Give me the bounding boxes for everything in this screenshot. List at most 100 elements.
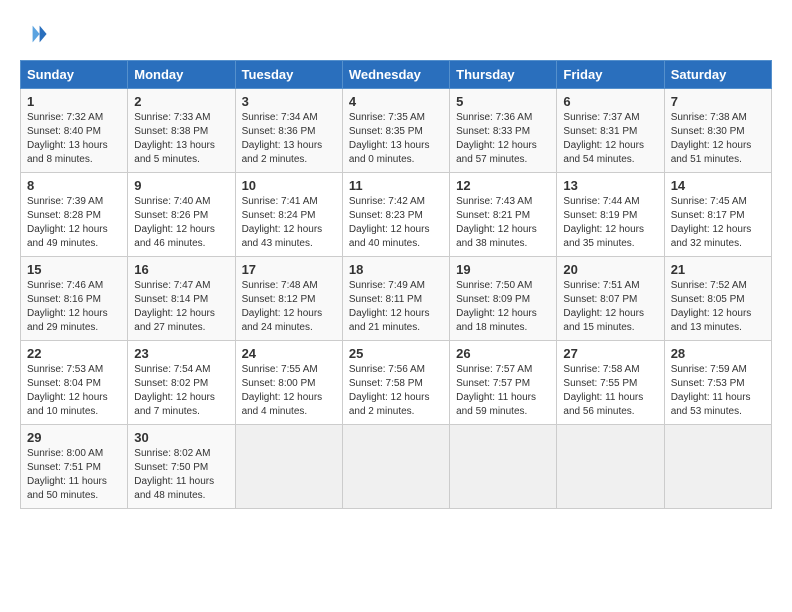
calendar-cell: 26 Sunrise: 7:57 AMSunset: 7:57 PMDaylig… — [450, 341, 557, 425]
logo — [20, 20, 52, 48]
day-info: Sunrise: 7:56 AMSunset: 7:58 PMDaylight:… — [349, 364, 430, 417]
calendar-cell: 30 Sunrise: 8:02 AMSunset: 7:50 PMDaylig… — [128, 425, 235, 509]
day-info: Sunrise: 7:41 AMSunset: 8:24 PMDaylight:… — [242, 196, 323, 249]
col-tuesday: Tuesday — [235, 61, 342, 89]
calendar-cell: 12 Sunrise: 7:43 AMSunset: 8:21 PMDaylig… — [450, 173, 557, 257]
calendar-cell: 22 Sunrise: 7:53 AMSunset: 8:04 PMDaylig… — [21, 341, 128, 425]
day-info: Sunrise: 7:35 AMSunset: 8:35 PMDaylight:… — [349, 112, 430, 165]
calendar-week-2: 8 Sunrise: 7:39 AMSunset: 8:28 PMDayligh… — [21, 173, 772, 257]
day-number: 7 — [671, 94, 765, 109]
day-number: 20 — [563, 262, 657, 277]
calendar-cell — [664, 425, 771, 509]
day-info: Sunrise: 7:33 AMSunset: 8:38 PMDaylight:… — [134, 112, 215, 165]
day-number: 5 — [456, 94, 550, 109]
day-number: 18 — [349, 262, 443, 277]
day-number: 19 — [456, 262, 550, 277]
calendar-cell: 6 Sunrise: 7:37 AMSunset: 8:31 PMDayligh… — [557, 89, 664, 173]
day-info: Sunrise: 7:39 AMSunset: 8:28 PMDaylight:… — [27, 196, 108, 249]
col-saturday: Saturday — [664, 61, 771, 89]
day-number: 8 — [27, 178, 121, 193]
day-info: Sunrise: 7:32 AMSunset: 8:40 PMDaylight:… — [27, 112, 108, 165]
day-number: 28 — [671, 346, 765, 361]
page-header — [20, 20, 772, 48]
calendar-week-1: 1 Sunrise: 7:32 AMSunset: 8:40 PMDayligh… — [21, 89, 772, 173]
calendar-cell — [450, 425, 557, 509]
day-info: Sunrise: 7:44 AMSunset: 8:19 PMDaylight:… — [563, 196, 644, 249]
calendar-cell: 9 Sunrise: 7:40 AMSunset: 8:26 PMDayligh… — [128, 173, 235, 257]
day-number: 9 — [134, 178, 228, 193]
calendar-week-3: 15 Sunrise: 7:46 AMSunset: 8:16 PMDaylig… — [21, 257, 772, 341]
day-number: 29 — [27, 430, 121, 445]
calendar-week-4: 22 Sunrise: 7:53 AMSunset: 8:04 PMDaylig… — [21, 341, 772, 425]
day-number: 25 — [349, 346, 443, 361]
day-number: 14 — [671, 178, 765, 193]
day-number: 24 — [242, 346, 336, 361]
day-number: 10 — [242, 178, 336, 193]
col-wednesday: Wednesday — [342, 61, 449, 89]
day-number: 23 — [134, 346, 228, 361]
calendar-cell — [557, 425, 664, 509]
day-number: 16 — [134, 262, 228, 277]
day-number: 15 — [27, 262, 121, 277]
day-info: Sunrise: 7:57 AMSunset: 7:57 PMDaylight:… — [456, 364, 536, 417]
day-number: 11 — [349, 178, 443, 193]
day-info: Sunrise: 7:54 AMSunset: 8:02 PMDaylight:… — [134, 364, 215, 417]
day-info: Sunrise: 7:38 AMSunset: 8:30 PMDaylight:… — [671, 112, 752, 165]
day-number: 21 — [671, 262, 765, 277]
day-info: Sunrise: 7:49 AMSunset: 8:11 PMDaylight:… — [349, 280, 430, 333]
day-info: Sunrise: 7:59 AMSunset: 7:53 PMDaylight:… — [671, 364, 751, 417]
calendar-cell: 14 Sunrise: 7:45 AMSunset: 8:17 PMDaylig… — [664, 173, 771, 257]
calendar-cell: 28 Sunrise: 7:59 AMSunset: 7:53 PMDaylig… — [664, 341, 771, 425]
calendar-cell — [235, 425, 342, 509]
day-info: Sunrise: 7:47 AMSunset: 8:14 PMDaylight:… — [134, 280, 215, 333]
day-info: Sunrise: 8:00 AMSunset: 7:51 PMDaylight:… — [27, 448, 107, 501]
day-info: Sunrise: 7:53 AMSunset: 8:04 PMDaylight:… — [27, 364, 108, 417]
calendar-cell: 10 Sunrise: 7:41 AMSunset: 8:24 PMDaylig… — [235, 173, 342, 257]
calendar-cell: 7 Sunrise: 7:38 AMSunset: 8:30 PMDayligh… — [664, 89, 771, 173]
calendar-cell: 8 Sunrise: 7:39 AMSunset: 8:28 PMDayligh… — [21, 173, 128, 257]
calendar-cell: 27 Sunrise: 7:58 AMSunset: 7:55 PMDaylig… — [557, 341, 664, 425]
day-info: Sunrise: 7:34 AMSunset: 8:36 PMDaylight:… — [242, 112, 323, 165]
calendar-cell: 5 Sunrise: 7:36 AMSunset: 8:33 PMDayligh… — [450, 89, 557, 173]
day-number: 30 — [134, 430, 228, 445]
day-number: 27 — [563, 346, 657, 361]
day-number: 2 — [134, 94, 228, 109]
col-thursday: Thursday — [450, 61, 557, 89]
calendar-table: Sunday Monday Tuesday Wednesday Thursday… — [20, 60, 772, 509]
day-info: Sunrise: 7:42 AMSunset: 8:23 PMDaylight:… — [349, 196, 430, 249]
calendar-cell: 29 Sunrise: 8:00 AMSunset: 7:51 PMDaylig… — [21, 425, 128, 509]
col-sunday: Sunday — [21, 61, 128, 89]
calendar-cell: 11 Sunrise: 7:42 AMSunset: 8:23 PMDaylig… — [342, 173, 449, 257]
calendar-cell: 18 Sunrise: 7:49 AMSunset: 8:11 PMDaylig… — [342, 257, 449, 341]
day-number: 17 — [242, 262, 336, 277]
day-info: Sunrise: 7:55 AMSunset: 8:00 PMDaylight:… — [242, 364, 323, 417]
calendar-cell: 25 Sunrise: 7:56 AMSunset: 7:58 PMDaylig… — [342, 341, 449, 425]
day-number: 6 — [563, 94, 657, 109]
day-number: 22 — [27, 346, 121, 361]
day-info: Sunrise: 7:43 AMSunset: 8:21 PMDaylight:… — [456, 196, 537, 249]
day-number: 12 — [456, 178, 550, 193]
calendar-cell: 17 Sunrise: 7:48 AMSunset: 8:12 PMDaylig… — [235, 257, 342, 341]
calendar-cell: 2 Sunrise: 7:33 AMSunset: 8:38 PMDayligh… — [128, 89, 235, 173]
calendar-cell: 19 Sunrise: 7:50 AMSunset: 8:09 PMDaylig… — [450, 257, 557, 341]
day-number: 4 — [349, 94, 443, 109]
day-number: 1 — [27, 94, 121, 109]
logo-icon — [20, 20, 48, 48]
day-info: Sunrise: 7:46 AMSunset: 8:16 PMDaylight:… — [27, 280, 108, 333]
header-row: Sunday Monday Tuesday Wednesday Thursday… — [21, 61, 772, 89]
day-info: Sunrise: 7:58 AMSunset: 7:55 PMDaylight:… — [563, 364, 643, 417]
day-info: Sunrise: 7:50 AMSunset: 8:09 PMDaylight:… — [456, 280, 537, 333]
day-info: Sunrise: 7:45 AMSunset: 8:17 PMDaylight:… — [671, 196, 752, 249]
calendar-cell: 16 Sunrise: 7:47 AMSunset: 8:14 PMDaylig… — [128, 257, 235, 341]
calendar-week-5: 29 Sunrise: 8:00 AMSunset: 7:51 PMDaylig… — [21, 425, 772, 509]
calendar-cell: 4 Sunrise: 7:35 AMSunset: 8:35 PMDayligh… — [342, 89, 449, 173]
day-number: 13 — [563, 178, 657, 193]
day-info: Sunrise: 7:36 AMSunset: 8:33 PMDaylight:… — [456, 112, 537, 165]
calendar-cell: 13 Sunrise: 7:44 AMSunset: 8:19 PMDaylig… — [557, 173, 664, 257]
day-info: Sunrise: 7:51 AMSunset: 8:07 PMDaylight:… — [563, 280, 644, 333]
day-info: Sunrise: 7:37 AMSunset: 8:31 PMDaylight:… — [563, 112, 644, 165]
calendar-cell: 20 Sunrise: 7:51 AMSunset: 8:07 PMDaylig… — [557, 257, 664, 341]
day-info: Sunrise: 8:02 AMSunset: 7:50 PMDaylight:… — [134, 448, 214, 501]
day-number: 26 — [456, 346, 550, 361]
calendar-cell — [342, 425, 449, 509]
